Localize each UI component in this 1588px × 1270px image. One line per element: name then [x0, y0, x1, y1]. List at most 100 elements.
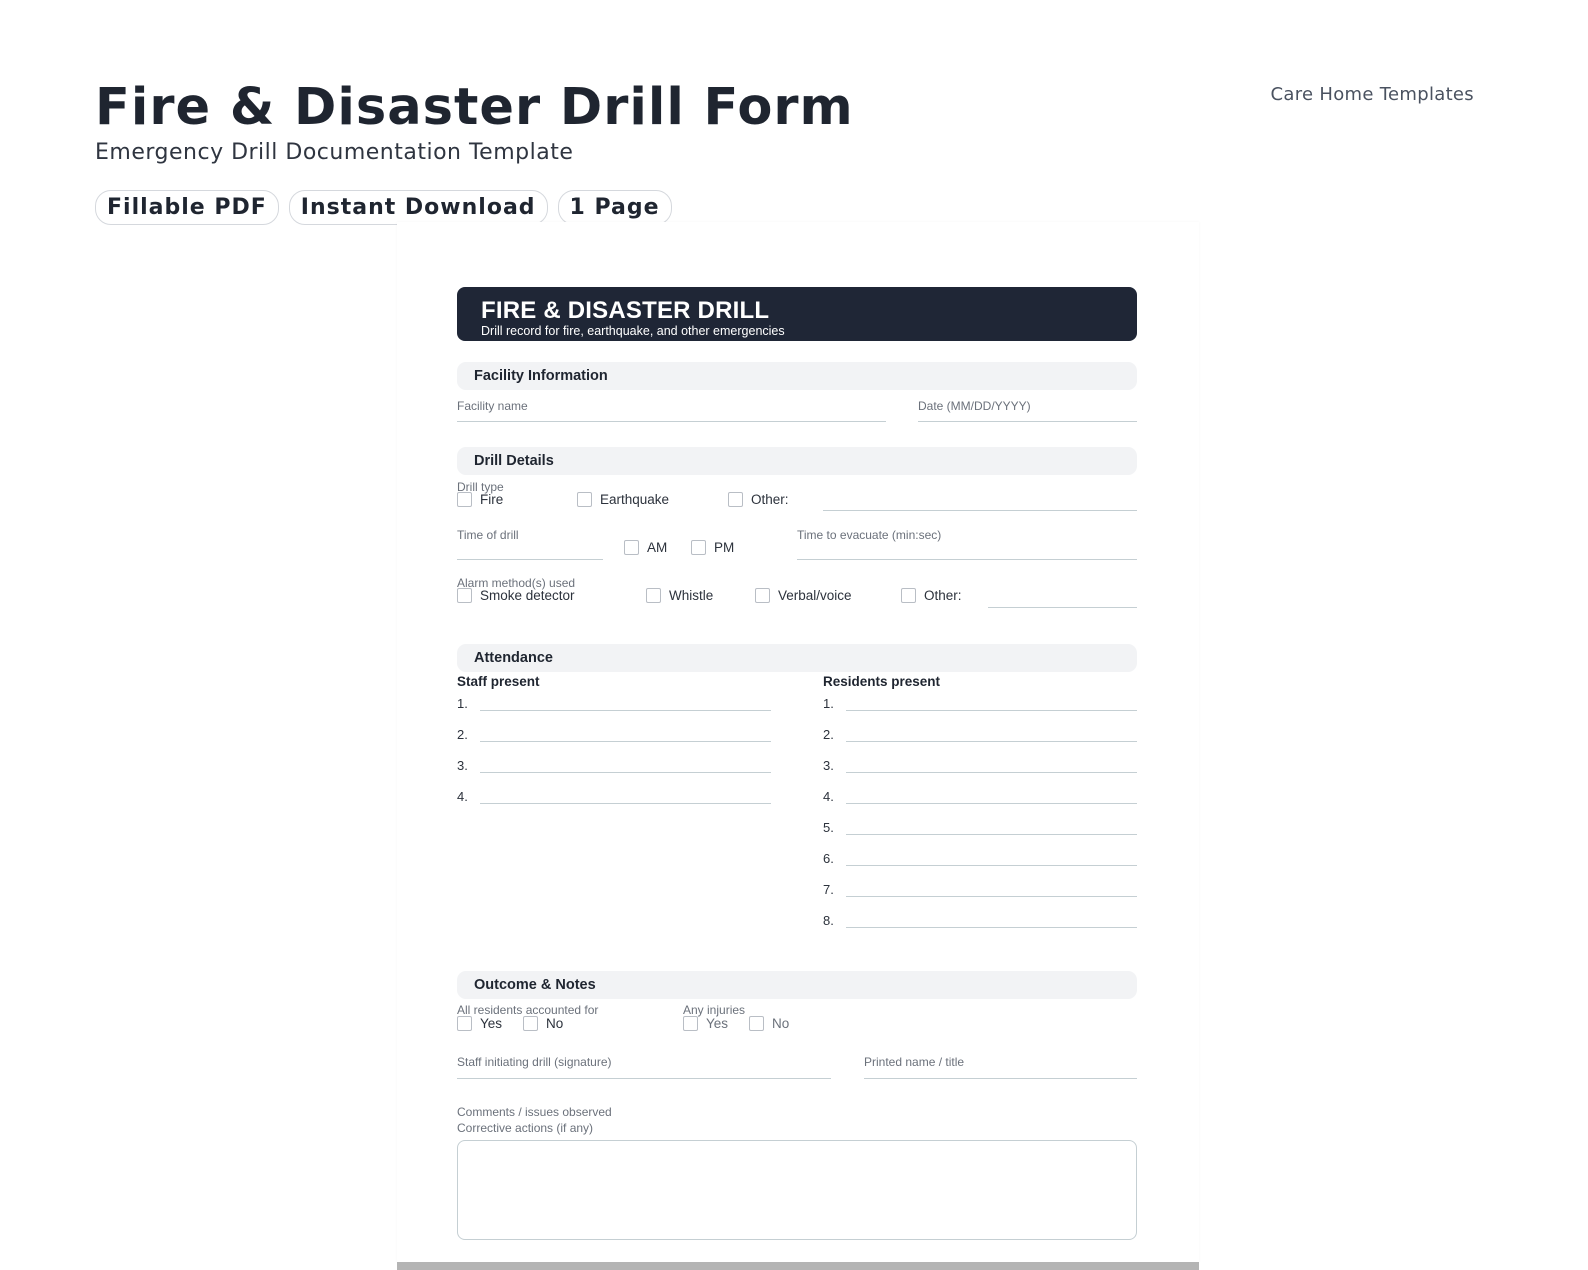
resident-name-field[interactable] — [846, 687, 1137, 711]
badge-fillable-pdf: Fillable PDF — [95, 190, 279, 225]
time-to-evacuate-field[interactable] — [797, 536, 1137, 560]
staff-row-number: 1. — [457, 696, 468, 711]
alarm-smoke-detector-option[interactable]: Smoke detector — [457, 588, 575, 603]
page-subtitle: Emergency Drill Documentation Template — [95, 140, 574, 165]
staff-row: 3. — [457, 749, 771, 773]
resident-row-number: 5. — [823, 820, 834, 835]
staff-name-field[interactable] — [480, 749, 771, 773]
earthquake-checkbox[interactable] — [577, 492, 592, 507]
drill-type-earthquake-option[interactable]: Earthquake — [577, 492, 669, 507]
whistle-checkbox[interactable] — [646, 588, 661, 603]
badge-page-count: 1 Page — [557, 190, 672, 225]
all-accounted-label: All residents accounted for — [457, 1003, 599, 1017]
accounted-yes-label: Yes — [480, 1016, 503, 1031]
staff-name-field[interactable] — [480, 687, 771, 711]
whistle-label: Whistle — [669, 588, 714, 603]
resident-row-number: 4. — [823, 789, 834, 804]
staff-row-number: 4. — [457, 789, 468, 804]
other-drill-label: Other: — [751, 492, 789, 507]
signature-field[interactable] — [457, 1055, 831, 1079]
am-checkbox[interactable] — [624, 540, 639, 555]
alarm-verbal-voice-option[interactable]: Verbal/voice — [755, 588, 852, 603]
badge-instant-download: Instant Download — [288, 190, 548, 225]
page-divider — [397, 1262, 1199, 1270]
resident-row-number: 6. — [823, 851, 834, 866]
drill-type-fire-option[interactable]: Fire — [457, 492, 503, 507]
resident-row-number: 7. — [823, 882, 834, 897]
section-outcome-notes: Outcome & Notes — [457, 971, 1137, 999]
resident-row-number: 3. — [823, 758, 834, 773]
staff-row: 1. — [457, 687, 771, 711]
staff-name-field[interactable] — [480, 718, 771, 742]
printed-name-field[interactable] — [864, 1055, 1137, 1079]
injuries-no-label: No — [772, 1016, 790, 1031]
other-drill-checkbox[interactable] — [728, 492, 743, 507]
am-option[interactable]: AM — [624, 540, 667, 555]
comments-textarea[interactable] — [457, 1140, 1137, 1240]
alarm-whistle-option[interactable]: Whistle — [646, 588, 713, 603]
resident-row: 6. — [823, 842, 1137, 866]
other-alarm-label: Other: — [924, 588, 962, 603]
alarm-other-option[interactable]: Other: — [901, 588, 962, 603]
facility-name-field[interactable] — [457, 398, 886, 422]
drill-type-other-option[interactable]: Other: — [728, 492, 789, 507]
accounted-no-checkbox[interactable] — [523, 1016, 538, 1031]
am-label: AM — [647, 540, 668, 555]
accounted-no-option[interactable]: No — [523, 1016, 563, 1031]
form-subtitle: Drill record for fire, earthquake, and o… — [481, 324, 785, 338]
injuries-yes-checkbox[interactable] — [683, 1016, 698, 1031]
staff-row-number: 3. — [457, 758, 468, 773]
section-facility-information: Facility Information — [457, 362, 1137, 390]
comments-label: Comments / issues observed — [457, 1105, 612, 1119]
resident-row: 7. — [823, 873, 1137, 897]
injuries-yes-label: Yes — [706, 1016, 729, 1031]
page-title: Fire & Disaster Drill Form — [95, 78, 854, 137]
resident-name-field[interactable] — [846, 811, 1137, 835]
smoke-detector-label: Smoke detector — [480, 588, 575, 603]
resident-row: 5. — [823, 811, 1137, 835]
form-title: FIRE & DISASTER DRILL — [481, 297, 770, 324]
other-drill-type-field[interactable] — [823, 487, 1137, 511]
resident-row: 3. — [823, 749, 1137, 773]
pm-label: PM — [714, 540, 735, 555]
injuries-no-checkbox[interactable] — [749, 1016, 764, 1031]
resident-name-field[interactable] — [846, 780, 1137, 804]
other-alarm-checkbox[interactable] — [901, 588, 916, 603]
fire-checkbox[interactable] — [457, 492, 472, 507]
other-alarm-field[interactable] — [988, 584, 1137, 608]
resident-name-field[interactable] — [846, 904, 1137, 928]
any-injuries-label: Any injuries — [683, 1003, 746, 1017]
time-of-drill-field[interactable] — [457, 536, 603, 560]
resident-row: 2. — [823, 718, 1137, 742]
section-drill-details: Drill Details — [457, 447, 1137, 475]
resident-name-field[interactable] — [846, 842, 1137, 866]
date-field[interactable] — [918, 398, 1137, 422]
resident-row-number: 2. — [823, 727, 834, 742]
resident-row: 8. — [823, 904, 1137, 928]
pm-checkbox[interactable] — [691, 540, 706, 555]
resident-name-field[interactable] — [846, 873, 1137, 897]
resident-row-number: 1. — [823, 696, 834, 711]
accounted-no-label: No — [546, 1016, 564, 1031]
section-attendance: Attendance — [457, 644, 1137, 672]
resident-row: 1. — [823, 687, 1137, 711]
resident-name-field[interactable] — [846, 749, 1137, 773]
resident-row-number: 8. — [823, 913, 834, 928]
staff-name-field[interactable] — [480, 780, 771, 804]
staff-row: 4. — [457, 780, 771, 804]
smoke-detector-checkbox[interactable] — [457, 588, 472, 603]
injuries-yes-option[interactable]: Yes — [683, 1016, 728, 1031]
pm-option[interactable]: PM — [691, 540, 734, 555]
drill-form: FIRE & DISASTER DRILL Drill record for f… — [457, 287, 1137, 1240]
staff-row-number: 2. — [457, 727, 468, 742]
corrective-actions-label: Corrective actions (if any) — [457, 1121, 594, 1135]
earthquake-label: Earthquake — [600, 492, 670, 507]
brand-name: Care Home Templates — [1270, 84, 1474, 105]
accounted-yes-checkbox[interactable] — [457, 1016, 472, 1031]
injuries-no-option[interactable]: No — [749, 1016, 789, 1031]
verbal-voice-checkbox[interactable] — [755, 588, 770, 603]
form-header: FIRE & DISASTER DRILL Drill record for f… — [457, 287, 1137, 341]
accounted-yes-option[interactable]: Yes — [457, 1016, 502, 1031]
verbal-voice-label: Verbal/voice — [778, 588, 852, 603]
resident-name-field[interactable] — [846, 718, 1137, 742]
